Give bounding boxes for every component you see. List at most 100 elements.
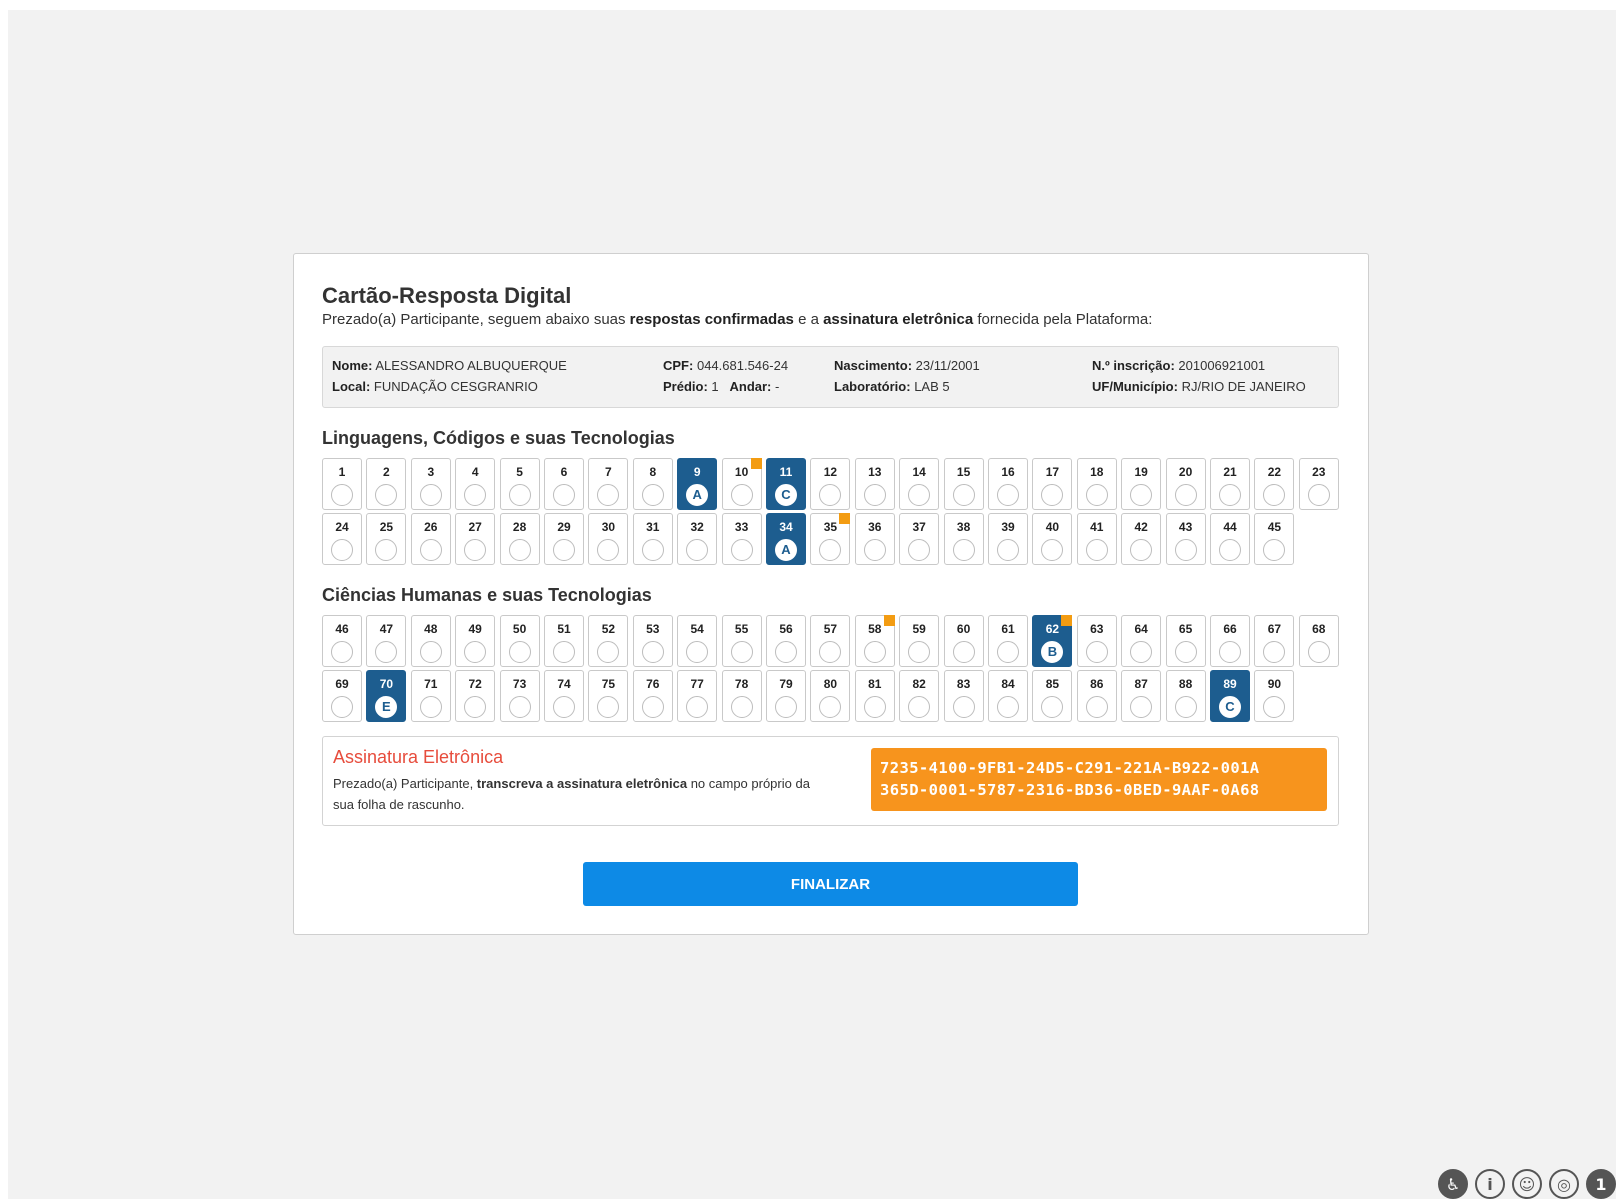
question-cell[interactable]: 10 bbox=[721, 458, 762, 510]
question-cell[interactable]: 41 bbox=[1076, 513, 1117, 565]
question-number: 59 bbox=[912, 622, 926, 636]
question-cell[interactable]: 51 bbox=[544, 615, 584, 667]
question-cell[interactable]: 29 bbox=[544, 513, 584, 565]
question-cell[interactable]: 13 bbox=[854, 458, 895, 510]
question-cell[interactable]: 39 bbox=[988, 513, 1028, 565]
question-cell[interactable]: 50 bbox=[499, 615, 540, 667]
question-cell[interactable]: 34 A bbox=[766, 513, 806, 565]
question-cell[interactable]: 86 bbox=[1076, 670, 1117, 722]
question-cell[interactable]: 5 bbox=[499, 458, 540, 510]
question-cell[interactable]: 88 bbox=[1165, 670, 1206, 722]
question-cell[interactable]: 54 bbox=[677, 615, 718, 667]
question-cell[interactable]: 71 bbox=[410, 670, 451, 722]
question-cell[interactable]: 66 bbox=[1210, 615, 1250, 667]
answer-card: Cartão-Resposta Digital Prezado(a) Parti… bbox=[293, 253, 1369, 935]
target-icon[interactable]: ◎ bbox=[1549, 1169, 1579, 1199]
question-cell[interactable]: 85 bbox=[1032, 670, 1073, 722]
question-cell[interactable]: 42 bbox=[1121, 513, 1162, 565]
question-cell[interactable]: 31 bbox=[632, 513, 673, 565]
accessible-person-icon[interactable]: ☺ bbox=[1512, 1169, 1542, 1199]
question-cell[interactable]: 47 bbox=[366, 615, 407, 667]
question-cell[interactable]: 74 bbox=[544, 670, 584, 722]
question-cell[interactable]: 6 bbox=[544, 458, 584, 510]
question-cell[interactable]: 61 bbox=[988, 615, 1028, 667]
question-cell[interactable]: 64 bbox=[1121, 615, 1162, 667]
question-cell[interactable]: 33 bbox=[721, 513, 762, 565]
question-cell[interactable]: 81 bbox=[854, 670, 895, 722]
accessibility-icon[interactable]: ♿ bbox=[1438, 1169, 1468, 1199]
question-cell[interactable]: 36 bbox=[854, 513, 895, 565]
question-cell[interactable]: 3 bbox=[410, 458, 451, 510]
question-cell[interactable]: 87 bbox=[1121, 670, 1162, 722]
finalize-button[interactable]: FINALIZAR bbox=[583, 862, 1078, 906]
question-cell[interactable]: 65 bbox=[1165, 615, 1206, 667]
question-cell[interactable]: 55 bbox=[721, 615, 762, 667]
question-cell[interactable]: 2 bbox=[366, 458, 407, 510]
question-cell[interactable]: 43 bbox=[1165, 513, 1206, 565]
question-cell[interactable]: 32 bbox=[677, 513, 718, 565]
question-cell[interactable]: 37 bbox=[899, 513, 940, 565]
question-cell[interactable]: 38 bbox=[943, 513, 984, 565]
info-icon[interactable]: i bbox=[1475, 1169, 1505, 1199]
question-cell[interactable]: 19 bbox=[1121, 458, 1162, 510]
question-cell[interactable]: 40 bbox=[1032, 513, 1073, 565]
notification-count-icon[interactable]: 1 bbox=[1586, 1169, 1616, 1199]
question-cell[interactable]: 89 C bbox=[1210, 670, 1250, 722]
question-cell[interactable]: 23 bbox=[1298, 458, 1339, 510]
question-cell[interactable]: 52 bbox=[588, 615, 629, 667]
question-cell[interactable]: 26 bbox=[410, 513, 451, 565]
question-cell[interactable]: 44 bbox=[1210, 513, 1250, 565]
question-cell[interactable]: 76 bbox=[632, 670, 673, 722]
question-cell[interactable]: 14 bbox=[899, 458, 940, 510]
question-cell[interactable]: 90 bbox=[1254, 670, 1295, 722]
question-number: 56 bbox=[779, 622, 793, 636]
question-cell[interactable]: 28 bbox=[499, 513, 540, 565]
question-cell[interactable]: 48 bbox=[410, 615, 451, 667]
question-cell[interactable]: 21 bbox=[1210, 458, 1250, 510]
question-cell[interactable]: 57 bbox=[810, 615, 851, 667]
question-cell[interactable]: 73 bbox=[499, 670, 540, 722]
question-cell[interactable]: 83 bbox=[943, 670, 984, 722]
question-cell[interactable]: 20 bbox=[1165, 458, 1206, 510]
question-cell[interactable]: 17 bbox=[1032, 458, 1073, 510]
question-cell[interactable]: 53 bbox=[632, 615, 673, 667]
question-cell[interactable]: 22 bbox=[1254, 458, 1295, 510]
question-cell[interactable]: 27 bbox=[455, 513, 496, 565]
question-cell[interactable]: 18 bbox=[1076, 458, 1117, 510]
question-cell[interactable]: 79 bbox=[766, 670, 806, 722]
question-cell[interactable]: 69 bbox=[322, 670, 362, 722]
question-cell[interactable]: 7 bbox=[588, 458, 629, 510]
question-cell[interactable]: 25 bbox=[366, 513, 407, 565]
question-cell[interactable]: 16 bbox=[988, 458, 1028, 510]
question-cell[interactable]: 78 bbox=[721, 670, 762, 722]
question-cell[interactable]: 11 C bbox=[766, 458, 806, 510]
question-cell[interactable]: 35 bbox=[810, 513, 851, 565]
question-cell[interactable]: 45 bbox=[1254, 513, 1295, 565]
question-cell[interactable]: 72 bbox=[455, 670, 496, 722]
question-cell[interactable]: 12 bbox=[810, 458, 851, 510]
question-cell[interactable]: 60 bbox=[943, 615, 984, 667]
question-cell[interactable]: 4 bbox=[455, 458, 496, 510]
question-cell[interactable]: 49 bbox=[455, 615, 496, 667]
question-cell[interactable]: 15 bbox=[943, 458, 984, 510]
question-cell[interactable]: 77 bbox=[677, 670, 718, 722]
question-cell[interactable]: 8 bbox=[632, 458, 673, 510]
question-cell[interactable]: 46 bbox=[322, 615, 362, 667]
question-cell[interactable]: 24 bbox=[322, 513, 362, 565]
question-cell[interactable]: 56 bbox=[766, 615, 806, 667]
question-cell[interactable]: 70 E bbox=[366, 670, 407, 722]
question-cell[interactable]: 82 bbox=[899, 670, 940, 722]
question-cell[interactable]: 58 bbox=[854, 615, 895, 667]
answer-bubble bbox=[1041, 696, 1064, 718]
question-cell[interactable]: 59 bbox=[899, 615, 940, 667]
question-cell[interactable]: 1 bbox=[322, 458, 362, 510]
question-cell[interactable]: 30 bbox=[588, 513, 629, 565]
question-cell[interactable]: 67 bbox=[1254, 615, 1295, 667]
question-cell[interactable]: 84 bbox=[988, 670, 1028, 722]
question-cell[interactable]: 80 bbox=[810, 670, 851, 722]
question-cell[interactable]: 9A bbox=[677, 458, 718, 510]
question-cell[interactable]: 62 B bbox=[1032, 615, 1073, 667]
question-cell[interactable]: 68 bbox=[1298, 615, 1339, 667]
question-cell[interactable]: 63 bbox=[1076, 615, 1117, 667]
question-cell[interactable]: 75 bbox=[588, 670, 629, 722]
